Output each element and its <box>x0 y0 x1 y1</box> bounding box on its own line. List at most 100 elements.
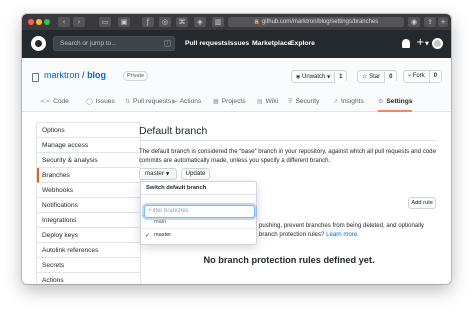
play-icon: ▶ <box>172 98 177 105</box>
sidebar-item-manage-access[interactable]: Manage access <box>37 138 140 153</box>
watch-count[interactable]: 1 <box>334 72 347 83</box>
settings-sidebar: Options Manage access Security & analysi… <box>36 122 141 284</box>
tab-insights[interactable]: ↗ Insights <box>333 94 364 112</box>
fork-button[interactable]: ⑂ Fork 0 <box>403 70 443 83</box>
function-icon[interactable]: ƒ <box>142 17 154 27</box>
tab-label: Settings <box>386 98 413 105</box>
tab-label: Wiki <box>265 98 279 105</box>
nav-pull-requests[interactable]: Pull requests <box>185 30 228 58</box>
minimize-window-button[interactable] <box>36 19 42 25</box>
protection-text-line2: branch protection rules? <box>259 231 325 238</box>
repo-owner-link[interactable]: marktron <box>44 70 80 80</box>
book-icon: ▤ <box>257 98 263 105</box>
gear-icon: ⚙ <box>378 98 384 105</box>
avatar[interactable] <box>432 38 443 49</box>
nav-issues[interactable]: Issues <box>228 30 249 58</box>
github-header: Search or jump to... / Pull requests Iss… <box>22 30 451 58</box>
tab-actions[interactable]: ▶ Actions <box>172 94 201 112</box>
star-icon: ☆ <box>362 73 368 80</box>
nav-explore[interactable]: Explore <box>290 30 315 58</box>
sidebar-item-branches[interactable]: Branches <box>37 168 140 183</box>
chevron-down-icon: ▼ <box>327 74 331 79</box>
account-icon[interactable]: ◉ <box>408 17 420 27</box>
sidebar-toggle-icon[interactable]: ▭ <box>99 17 111 27</box>
sidebar-item-security-analysis[interactable]: Security & analysis <box>37 153 140 168</box>
branch-option-master[interactable]: ✓ master <box>141 229 256 242</box>
graph-icon: ↗ <box>333 98 339 105</box>
search-input[interactable]: Search or jump to... / <box>53 36 175 51</box>
close-window-button[interactable] <box>28 19 34 25</box>
back-icon[interactable]: ‹ <box>58 17 70 27</box>
search-placeholder: Search or jump to... <box>60 40 117 47</box>
sidebar-item-notifications[interactable]: Notifications <box>37 198 140 213</box>
lock-icon: 🔒 <box>253 19 260 25</box>
repo-title: marktron / blog <box>44 70 106 80</box>
branch-option-label: master <box>154 232 172 238</box>
branch-option-label: main <box>154 219 167 225</box>
branch-protection-description: pushing, prevent branches from being del… <box>259 221 439 239</box>
tab-settings[interactable]: ⚙ Settings <box>378 94 413 112</box>
plus-icon[interactable]: + <box>416 37 424 49</box>
new-tab-icon[interactable]: + <box>438 17 448 27</box>
tab-security[interactable]: ⛨ Security <box>288 94 319 112</box>
extension-icon[interactable]: ◎ <box>159 17 171 27</box>
maximize-window-button[interactable] <box>44 19 50 25</box>
sidebar-item-secrets[interactable]: Secrets <box>37 258 140 273</box>
tab-label: Insights <box>341 98 364 105</box>
divider <box>139 140 437 141</box>
star-count[interactable]: 0 <box>384 72 397 83</box>
bell-icon[interactable] <box>402 39 410 48</box>
fork-icon: ⑂ <box>408 73 412 79</box>
forward-icon[interactable]: › <box>73 17 85 27</box>
sidebar-item-options[interactable]: Options <box>37 123 140 138</box>
tab-label: Projects <box>221 98 246 105</box>
nav-marketplace[interactable]: Marketplace <box>252 30 291 58</box>
address-bar[interactable]: 🔒 github.com/marktron/blog/settings/branc… <box>228 17 404 27</box>
sidebar-item-deploy-keys[interactable]: Deploy keys <box>37 228 140 243</box>
repo-lock-icon <box>32 73 39 82</box>
branch-option-main[interactable]: main <box>141 216 256 229</box>
chevron-down-icon[interactable]: ▼ <box>425 41 429 47</box>
url-text: github.com/marktron/blog/settings/branch… <box>261 19 379 25</box>
tab-label: Security <box>295 98 320 105</box>
switch-branch-dropdown: Switch default branch main ✓ master <box>140 181 257 245</box>
update-button[interactable]: Update <box>181 168 210 180</box>
repo-name-link[interactable]: blog <box>87 70 106 80</box>
star-label: Star <box>369 74 381 80</box>
tab-projects[interactable]: ▦ Projects <box>213 94 246 112</box>
branch-select-button[interactable]: master ▼ <box>139 168 177 180</box>
protection-text-line1: pushing, prevent branches from being del… <box>259 222 424 229</box>
share-icon[interactable]: ⇪ <box>424 17 436 27</box>
repo-header: marktron / blog Private ◉ Unwatch ▼ 1 ☆ S… <box>22 58 451 112</box>
github-logo-icon[interactable] <box>31 36 46 51</box>
issue-icon: ◯ <box>86 98 93 105</box>
tab-code[interactable]: <> Code <box>40 94 69 112</box>
learn-more-link[interactable]: Learn more. <box>326 231 359 238</box>
sidebar-item-integrations[interactable]: Integrations <box>37 213 140 228</box>
sidebar-item-webhooks[interactable]: Webhooks <box>37 183 140 198</box>
project-icon: ▦ <box>213 98 219 105</box>
browser-window: ‹ › ▭ ▣ ƒ ◎ ⌘ ◈ ▥ 🔒 github.com/marktron/b… <box>22 14 451 284</box>
add-rule-button[interactable]: Add rule <box>408 197 436 209</box>
fork-count[interactable]: 0 <box>428 71 442 82</box>
tab-label: Actions <box>179 98 202 105</box>
private-badge: Private <box>123 71 149 81</box>
translate-icon[interactable]: ⌘ <box>176 17 188 27</box>
tab-overview-icon[interactable]: ▣ <box>118 17 130 27</box>
shield-extension-icon[interactable]: ◈ <box>194 17 206 27</box>
sidebar-item-actions[interactable]: Actions <box>37 273 140 284</box>
repo-tabs: <> Code ◯ Issues ⇅ Pull requests ▶ Actions ▦… <box>22 94 451 112</box>
tab-pull-requests[interactable]: ⇅ Pull requests <box>125 94 171 112</box>
page-title: Default branch <box>139 125 208 137</box>
unwatch-button[interactable]: ◉ Unwatch ▼ 1 <box>291 70 348 83</box>
slash-shortcut-icon: / <box>164 40 171 47</box>
fork-label: Fork <box>412 73 425 79</box>
tab-issues[interactable]: ◯ Issues <box>86 94 115 112</box>
tab-wiki[interactable]: ▤ Wiki <box>257 94 278 112</box>
tab-label: Pull requests <box>133 98 172 105</box>
star-button[interactable]: ☆ Star 0 <box>357 70 398 83</box>
repo-separator: / <box>82 70 85 80</box>
tab-bar-icon[interactable]: ▥ <box>212 17 224 27</box>
sidebar-item-autolink-references[interactable]: Autolink references <box>37 243 140 258</box>
unwatch-label: Unwatch <box>302 74 326 80</box>
